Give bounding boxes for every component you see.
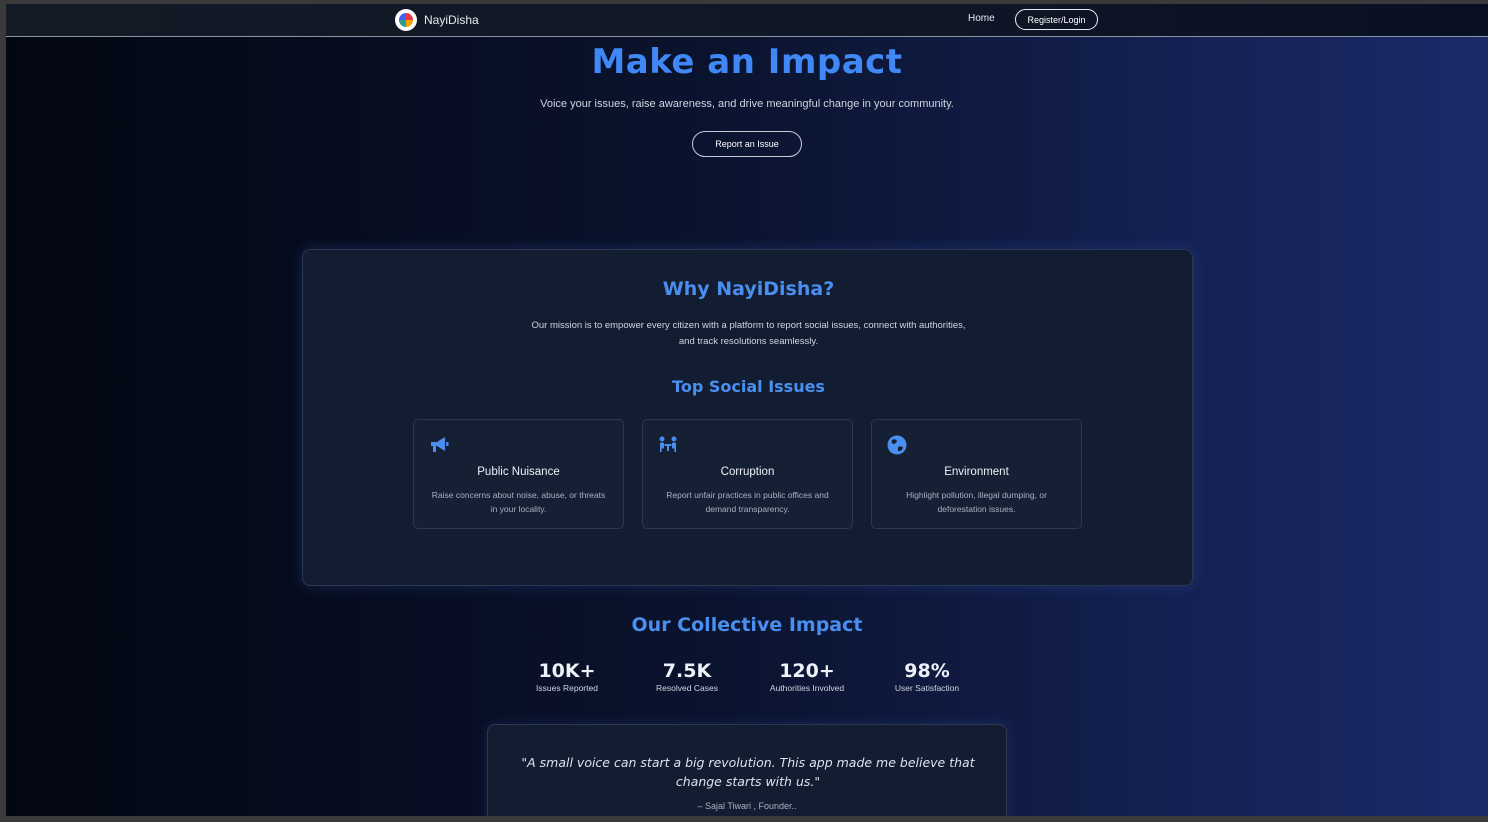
navbar: NayiDisha Home Register/Login [6, 4, 1488, 37]
stat-user-satisfaction: 98% User Satisfaction [872, 660, 982, 693]
stat-value: 98% [904, 660, 950, 682]
stat-label: Authorities Involved [769, 683, 845, 693]
megaphone-icon [431, 437, 449, 452]
issue-card-public-nuisance[interactable]: Public Nuisance Raise concerns about noi… [413, 419, 624, 529]
issue-card-corruption[interactable]: Corruption Report unfair practices in pu… [642, 419, 853, 529]
brand-name: NayiDisha [424, 13, 479, 27]
hero-subtitle: Voice your issues, raise awareness, and … [540, 98, 954, 110]
why-description: Our mission is to empower every citizen … [531, 320, 966, 347]
stat-label: User Satisfaction [894, 683, 960, 693]
testimonial-card: "A small voice can start a big revolutio… [487, 724, 1007, 816]
stat-authorities-involved: 120+ Authorities Involved [752, 660, 862, 693]
stat-value: 7.5K [662, 660, 712, 682]
why-title: Why NayiDisha? [662, 278, 835, 300]
hero-title: Make an Impact [591, 42, 903, 82]
register-login-button[interactable]: Register/Login [1015, 9, 1098, 30]
issue-description: Report unfair practices in public office… [666, 490, 829, 514]
issue-title: Environment [944, 466, 1009, 478]
stat-label: Resolved Cases [656, 683, 718, 693]
testimonial-author: – Sajal Tiwari , Founder.. [697, 801, 797, 811]
why-section-card: Why NayiDisha? Our mission is to empower… [302, 249, 1193, 586]
nav-home-link[interactable]: Home [968, 13, 995, 24]
issue-title: Public Nuisance [477, 466, 560, 478]
stat-label: Issues Reported [536, 683, 598, 693]
people-table-icon [659, 436, 677, 452]
stat-value: 120+ [779, 660, 835, 682]
top-issues-title: Top Social Issues [672, 377, 825, 396]
brand[interactable]: NayiDisha [395, 9, 479, 31]
stat-resolved-cases: 7.5K Resolved Cases [632, 660, 742, 693]
issue-description: Highlight pollution, illegal dumping, or… [906, 490, 1047, 514]
issue-card-environment[interactable]: Environment Highlight pollution, illegal… [871, 419, 1082, 529]
issue-title: Corruption [720, 466, 775, 478]
logo-icon [395, 9, 417, 31]
issue-description: Raise concerns about noise, abuse, or th… [431, 490, 606, 514]
stat-value: 10K+ [538, 660, 596, 682]
stat-issues-reported: 10K+ Issues Reported [512, 660, 622, 693]
report-issue-button[interactable]: Report an Issue [692, 131, 802, 157]
globe-icon [887, 435, 907, 455]
impact-title: Our Collective Impact [631, 614, 863, 636]
testimonial-quote: "A small voice can start a big revolutio… [521, 755, 975, 789]
page-frame: NayiDisha Home Register/Login Make an Im… [6, 4, 1488, 816]
